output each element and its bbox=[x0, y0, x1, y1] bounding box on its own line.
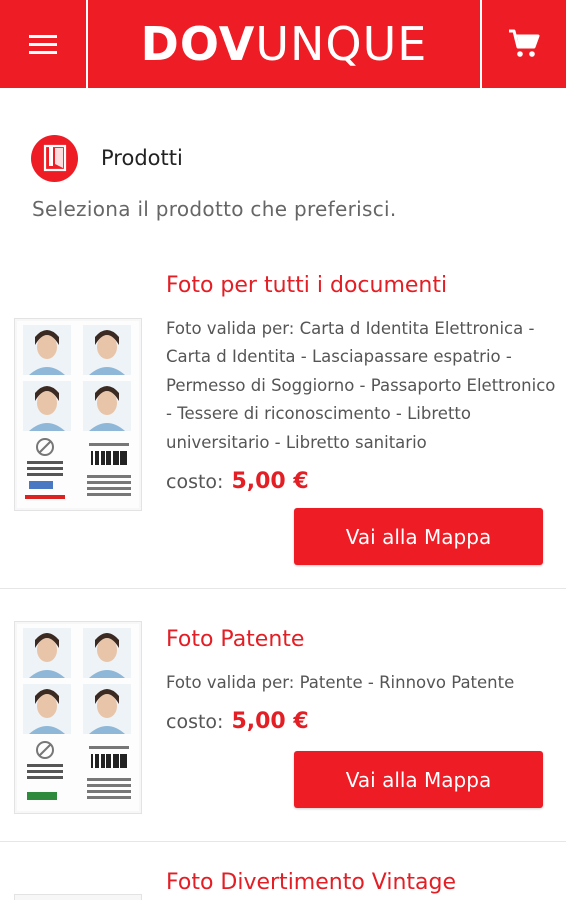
shopping-cart-icon bbox=[509, 29, 540, 57]
product-description: Foto valida per: Carta d Identita Elettr… bbox=[166, 319, 556, 452]
product-cost: costo: 5,00 € bbox=[166, 709, 309, 734]
section-subtitle: Seleziona il prodotto che preferisci. bbox=[32, 197, 397, 221]
photo-booth-icon bbox=[31, 134, 78, 182]
product-card[interactable]: Foto per tutti i documenti Foto valida p… bbox=[0, 245, 566, 588]
product-card[interactable]: Foto Patente Foto valida per: Patente - … bbox=[0, 588, 566, 841]
product-card[interactable]: Foto Divertimento Vintage bbox=[0, 841, 566, 900]
portrait-photo bbox=[23, 325, 71, 375]
section-title: Prodotti bbox=[101, 146, 183, 170]
product-cost: costo: 5,00 € bbox=[166, 469, 309, 494]
product-description: Foto valida per: Patente - Rinnovo Paten… bbox=[166, 673, 515, 692]
top-app-bar: DOVUNQUE bbox=[0, 0, 566, 88]
section-header: Prodotti bbox=[31, 134, 183, 182]
logo: DOVUNQUE bbox=[88, 0, 480, 88]
cost-label: costo: bbox=[166, 711, 224, 733]
product-title[interactable]: Foto Patente bbox=[166, 627, 304, 652]
go-to-map-button[interactable]: Vai alla Mappa bbox=[294, 751, 543, 808]
menu-button[interactable] bbox=[0, 0, 88, 88]
logo-bold: DOV bbox=[140, 17, 256, 71]
logo-light: UNQUE bbox=[255, 17, 428, 71]
cost-label: costo: bbox=[166, 471, 224, 493]
product-title[interactable]: Foto per tutti i documenti bbox=[166, 273, 447, 298]
product-title[interactable]: Foto Divertimento Vintage bbox=[166, 870, 456, 895]
cart-button[interactable] bbox=[480, 0, 566, 88]
go-to-map-button[interactable]: Vai alla Mappa bbox=[294, 508, 543, 565]
price-value: 5,00 € bbox=[231, 469, 309, 494]
product-thumbnail bbox=[14, 894, 142, 900]
hamburger-menu-icon bbox=[29, 35, 57, 54]
product-thumbnail bbox=[14, 318, 142, 511]
price-value: 5,00 € bbox=[231, 709, 309, 734]
product-thumbnail bbox=[14, 621, 142, 814]
